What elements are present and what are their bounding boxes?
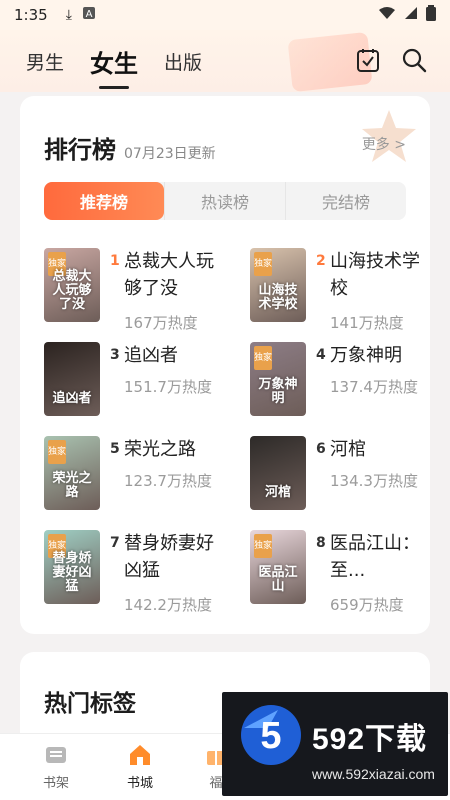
bottom-nav-label: 书城 (126, 776, 153, 791)
book-cover[interactable]: 追凶者 (44, 342, 100, 416)
book-title[interactable]: 总裁大人玩够了没 (124, 248, 224, 302)
book-title[interactable]: 河棺 (330, 436, 430, 463)
book-heat: 659万热度 (330, 596, 404, 614)
bottom-nav-label: 书架 (42, 776, 69, 791)
bottom-nav-label: 福 (209, 776, 223, 791)
rank-number: 4 (316, 347, 326, 363)
book-heat: 151.7万热度 (124, 378, 212, 396)
book-title[interactable]: 追凶者 (124, 342, 224, 369)
exclusive-badge: 独家 (254, 346, 272, 370)
book-title[interactable]: 医品江山：至... (330, 530, 430, 584)
top-nav: 男生 女生 出版 (0, 30, 450, 93)
book-cover[interactable]: 独家荣光之路 (44, 436, 100, 510)
watermark: 5 592下载 www.592xiazai.com (222, 692, 448, 796)
book-item[interactable]: 独家医品江山 8 医品江山：至... 659万热度 (250, 530, 445, 614)
book-heat: 123.7万热度 (124, 472, 212, 490)
book-heat: 167万热度 (124, 314, 198, 332)
book-item[interactable]: 独家 万象神明 4 万象神明 137.4万热度 (250, 342, 445, 422)
exclusive-badge: 独家 (254, 534, 272, 558)
ranking-segments: 推荐榜 热读榜 完结榜 (44, 182, 406, 220)
watermark-brand: 592下载 (312, 723, 428, 756)
rank-number: 2 (316, 253, 326, 269)
cover-title: 替身娇妻好凶猛 (52, 551, 92, 594)
cover-title: 追凶者 (52, 391, 92, 406)
book-title[interactable]: 万象神明 (330, 342, 430, 369)
book-cover[interactable]: 独家 替身娇妻好凶猛 (44, 530, 100, 604)
bookshelf-icon (46, 747, 66, 763)
watermark-logo-icon: 5 (241, 705, 301, 765)
segment-completed[interactable]: 完结榜 (285, 182, 406, 220)
book-item[interactable]: 独家 总裁大人玩够了没 1 总裁大人玩够了没 167万热度 (44, 248, 239, 332)
status-bar: 1:35 ⤓ A (0, 0, 450, 30)
book-cover[interactable]: 独家医品江山 (250, 530, 306, 604)
exclusive-badge: 独家 (254, 252, 272, 276)
signal-icon (404, 6, 418, 24)
book-item[interactable]: 河棺 6 河棺 134.3万热度 (250, 436, 445, 516)
status-time: 1:35 (14, 6, 48, 24)
book-item[interactable]: 独家 替身娇妻好凶猛 7 替身娇妻好凶猛 142.2万热度 (44, 530, 239, 614)
wifi-icon (378, 6, 396, 24)
bottom-nav-bookshelf[interactable]: 书架 (26, 742, 86, 791)
svg-text:5: 5 (260, 715, 281, 757)
battery-icon (426, 5, 436, 25)
download-icon: ⤓ (65, 7, 72, 23)
segment-hot-read[interactable]: 热读榜 (164, 182, 285, 220)
cover-title: 山海技术学校 (258, 283, 298, 312)
segment-recommend[interactable]: 推荐榜 (44, 182, 164, 220)
ranking-date: 07月23日更新 (124, 146, 216, 162)
tags-title: 热门标签 (44, 691, 136, 717)
book-cover[interactable]: 河棺 (250, 436, 306, 510)
search-icon[interactable] (400, 46, 428, 74)
cover-title: 河棺 (264, 485, 291, 500)
svg-text:A: A (85, 9, 92, 20)
book-item[interactable]: 追凶者 3 追凶者 151.7万热度 (44, 342, 239, 422)
tab-female[interactable]: 女生 (90, 44, 138, 79)
tab-male[interactable]: 男生 (26, 48, 64, 75)
ranking-card: 排行榜 07月23日更新 更多 > 推荐榜 热读榜 完结榜 独家 总裁大人玩够了没… (20, 96, 430, 634)
ranking-title: 排行榜 (44, 136, 116, 164)
book-title[interactable]: 荣光之路 (124, 436, 224, 463)
more-link[interactable]: 更多 > (362, 134, 406, 154)
rank-number: 7 (110, 535, 120, 551)
book-heat: 141万热度 (330, 314, 404, 332)
book-item[interactable]: 独家 荣光之路 5 荣光之路 123.7万热度 (44, 436, 239, 516)
home-icon (130, 745, 150, 765)
rank-number: 8 (316, 535, 326, 551)
book-heat: 134.3万热度 (330, 472, 418, 490)
book-heat: 137.4万热度 (330, 378, 418, 396)
book-cover[interactable]: 独家万象神明 (250, 342, 306, 416)
rank-number: 6 (316, 441, 326, 457)
cover-title: 医品江山 (258, 565, 298, 594)
cover-title: 万象神明 (258, 377, 298, 406)
cover-title: 荣光之路 (52, 471, 92, 500)
rank-number: 3 (110, 347, 120, 363)
cover-title: 总裁大人玩够了没 (52, 269, 92, 312)
book-title[interactable]: 替身娇妻好凶猛 (124, 530, 224, 584)
book-heat: 142.2万热度 (124, 596, 212, 614)
book-item[interactable]: 独家 山海技术学校 2 山海技术学校 141万热度 (250, 248, 445, 332)
checkin-icon[interactable] (354, 46, 382, 74)
book-cover[interactable]: 独家 总裁大人玩够了没 (44, 248, 100, 322)
rank-number: 5 (110, 441, 120, 457)
app-notification-icon: A (82, 6, 96, 24)
bottom-nav-bookstore[interactable]: 书城 (110, 742, 170, 791)
rank-number: 1 (110, 253, 120, 269)
watermark-url: www.592xiazai.com (312, 766, 435, 782)
exclusive-badge: 独家 (48, 440, 66, 464)
ranking-header: 排行榜 07月23日更新 (44, 130, 216, 165)
tab-publish[interactable]: 出版 (164, 48, 202, 75)
book-cover[interactable]: 独家山海技术学校 (250, 248, 306, 322)
book-title[interactable]: 山海技术学校 (330, 248, 430, 302)
